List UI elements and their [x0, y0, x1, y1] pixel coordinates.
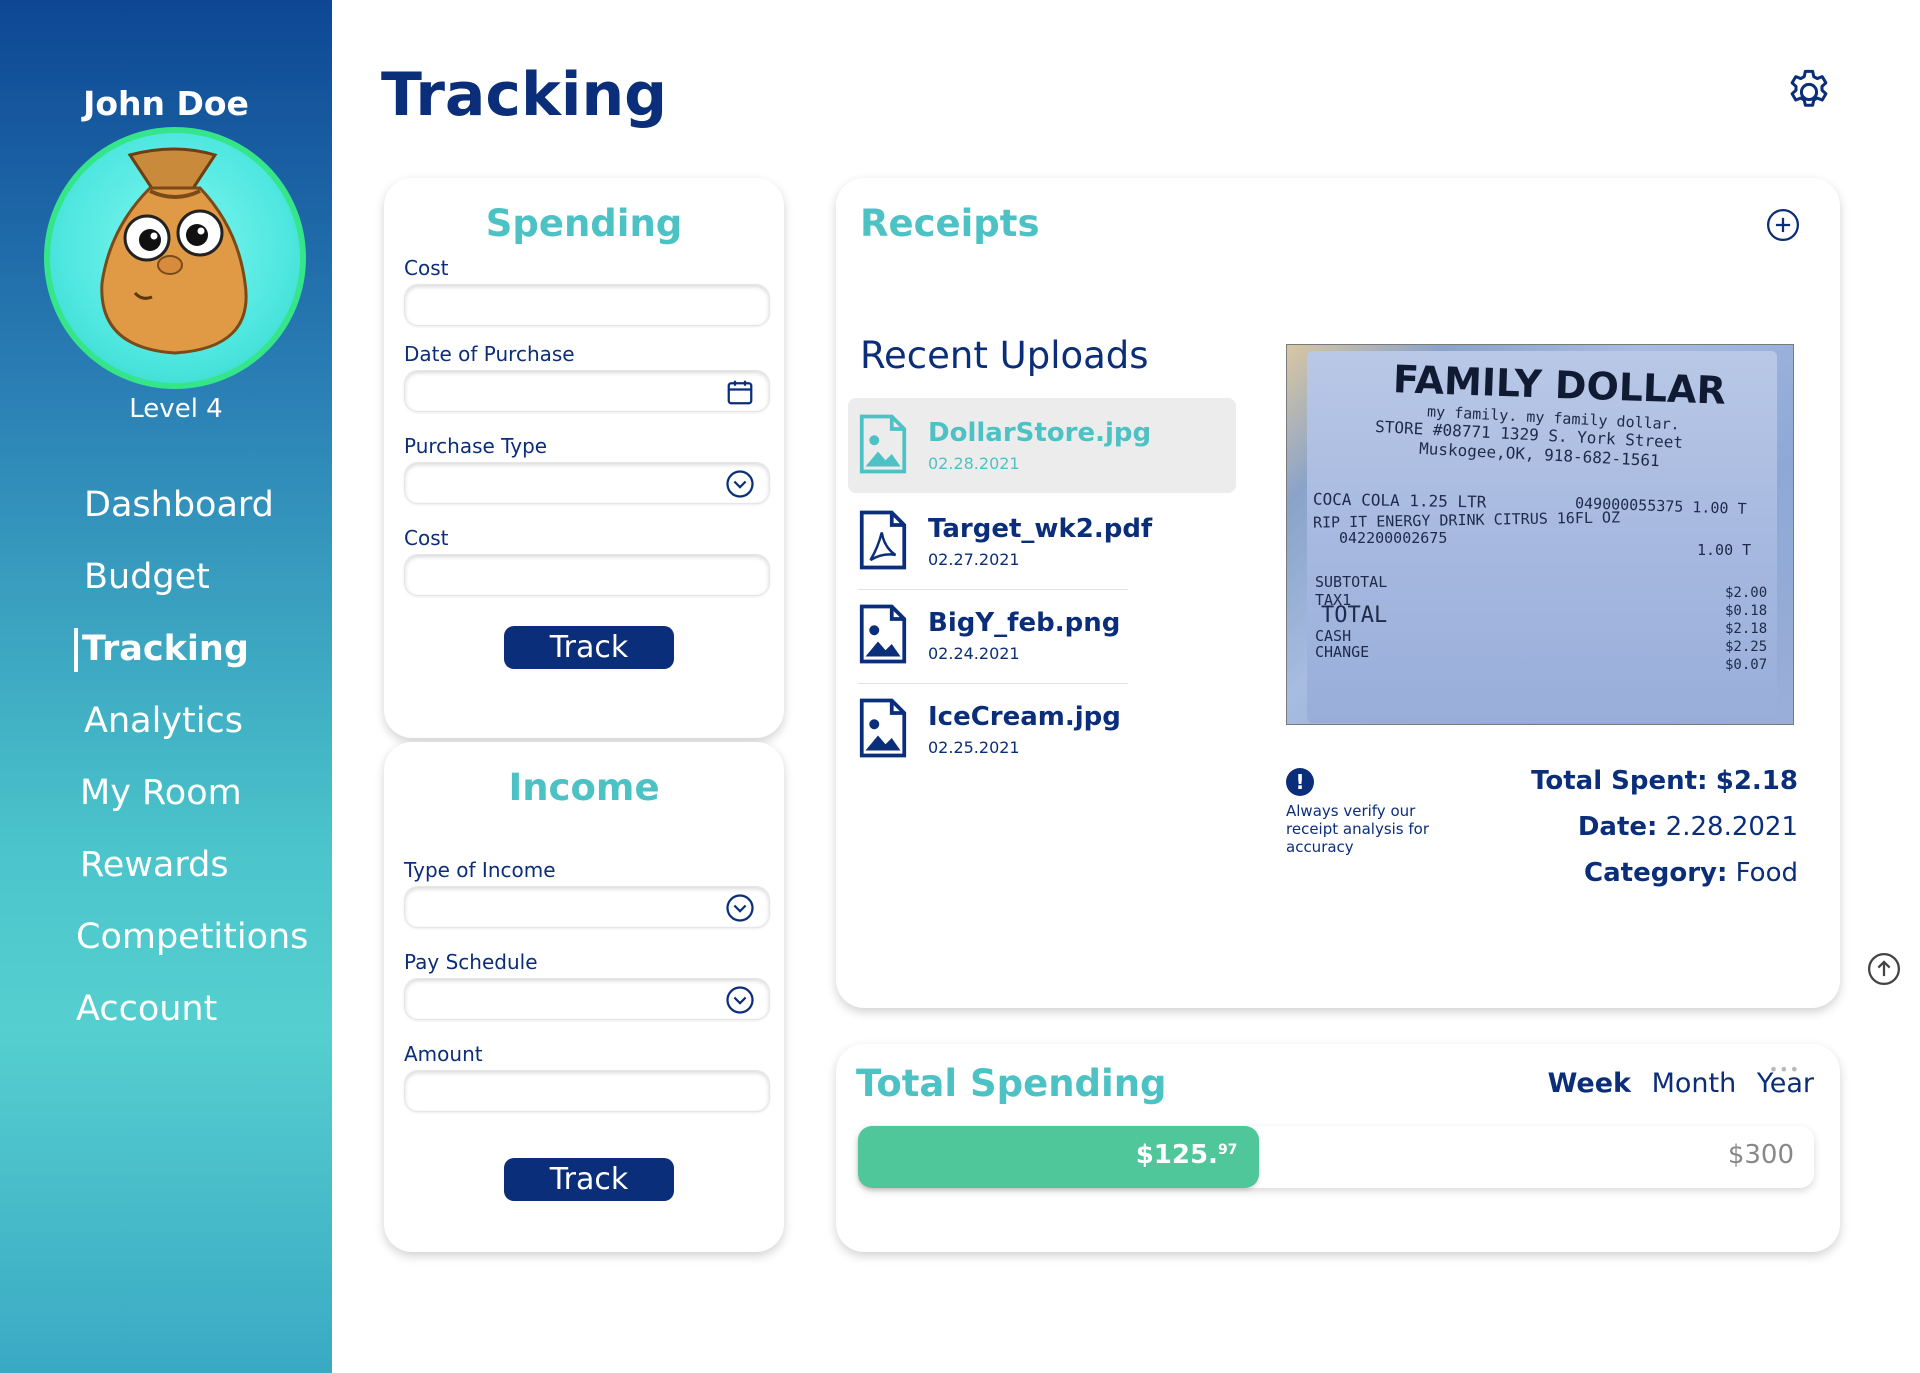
date-row: Date: 2.28.2021: [1531, 804, 1798, 850]
date-label: Date:: [1577, 812, 1658, 842]
sidebar-item-competitions[interactable]: Competitions: [0, 912, 332, 984]
sidebar: John Doe Level 4 Dashboard Budget Tracki…: [0, 0, 332, 1373]
receipt-change: CHANGE: [1315, 643, 1370, 661]
gear-icon[interactable]: [1783, 66, 1835, 118]
sidebar-item-budget[interactable]: Budget: [0, 552, 332, 624]
spending-cost-label: Cost: [404, 256, 449, 280]
total-spent-label: Total Spent:: [1531, 766, 1708, 796]
chevron-down-icon[interactable]: [725, 985, 755, 1015]
amount-input[interactable]: [404, 1070, 770, 1112]
receipts-card: Receipts Recent Uploads DollarStore.jpg …: [836, 178, 1840, 1008]
sidebar-item-tracking[interactable]: Tracking: [0, 624, 332, 696]
total-spending-card: Total Spending ••• Week Month Year $125.…: [836, 1044, 1840, 1252]
file-item-bigy[interactable]: BigY_feb.png 02.24.2021: [848, 588, 1236, 684]
category-value: Food: [1735, 858, 1798, 888]
sidebar-item-account[interactable]: Account: [0, 984, 332, 1056]
receipt-item1: COCA COLA 1.25 LTR: [1312, 489, 1487, 512]
verify-warning-text: Always verify our receipt analysis for a…: [1286, 802, 1430, 856]
receipt-paper: FAMILY DOLLAR my family. my family dolla…: [1307, 351, 1777, 723]
file-date: 02.28.2021: [928, 454, 1020, 473]
alert-icon: !: [1286, 768, 1314, 796]
spending-cost2-input[interactable]: [404, 554, 770, 596]
scroll-up-icon[interactable]: [1867, 952, 1901, 986]
calendar-icon[interactable]: [725, 377, 755, 407]
sidebar-item-analytics[interactable]: Analytics: [0, 696, 332, 768]
chevron-down-icon[interactable]: [725, 893, 755, 923]
money-bag-mascot-icon: [100, 147, 248, 355]
file-item-icecream[interactable]: IceCream.jpg 02.25.2021: [848, 682, 1236, 777]
sidebar-item-my-room[interactable]: My Room: [0, 768, 332, 840]
income-card: Income Type of Income Pay Schedule Amoun…: [384, 742, 784, 1252]
period-week[interactable]: Week: [1548, 1068, 1631, 1099]
image-file-icon: [859, 698, 907, 758]
file-item-dollarstore[interactable]: DollarStore.jpg 02.28.2021: [848, 398, 1236, 493]
spending-max: $300: [1727, 1140, 1794, 1170]
receipt-amount-3: $2.18: [1725, 621, 1768, 637]
receipt-item2-price: 1.00 T: [1697, 541, 1752, 559]
date-of-purchase-label: Date of Purchase: [404, 342, 575, 366]
date-of-purchase-input[interactable]: [404, 370, 770, 412]
file-date: 02.24.2021: [928, 644, 1020, 663]
image-file-icon: [859, 604, 907, 664]
amount-label: Amount: [404, 1042, 483, 1066]
period-selector: Week Month Year: [1536, 1068, 1814, 1099]
receipt-item2-code: 042200002675: [1339, 529, 1448, 547]
file-date: 02.25.2021: [928, 738, 1020, 757]
sidebar-item-rewards[interactable]: Rewards: [0, 840, 332, 912]
sidebar-item-dashboard[interactable]: Dashboard: [0, 480, 332, 552]
add-receipt-icon[interactable]: [1766, 208, 1800, 242]
image-file-icon: [859, 414, 907, 474]
total-spent-row: Total Spent: $2.18: [1531, 758, 1798, 804]
category-label: Category:: [1584, 858, 1728, 888]
file-name: IceCream.jpg: [928, 702, 1121, 732]
sidebar-nav: Dashboard Budget Tracking Analytics My R…: [0, 480, 332, 1056]
pay-schedule-select[interactable]: [404, 978, 770, 1020]
spending-amount-cents: 97: [1217, 1142, 1238, 1158]
user-level: Level 4: [129, 394, 223, 424]
spending-amount-main: $125.: [1135, 1140, 1218, 1170]
purchase-type-label: Purchase Type: [404, 434, 548, 458]
receipt-summary: Total Spent: $2.18 Date: 2.28.2021 Categ…: [1531, 758, 1798, 896]
file-name: DollarStore.jpg: [928, 418, 1152, 448]
user-name: John Doe: [83, 84, 249, 123]
spending-cost-input[interactable]: [404, 284, 770, 326]
income-title: Income: [508, 766, 660, 809]
recent-uploads-title: Recent Uploads: [860, 334, 1149, 377]
spending-cost2-label: Cost: [404, 526, 449, 550]
category-row: Category: Food: [1531, 850, 1798, 896]
date-value: 2.28.2021: [1665, 812, 1798, 842]
period-month[interactable]: Month: [1652, 1068, 1737, 1099]
total-spent-value: $2.18: [1715, 766, 1798, 796]
receipt-subtotal: SUBTOTAL: [1315, 573, 1388, 591]
avatar[interactable]: [44, 127, 306, 389]
spending-title: Spending: [485, 202, 683, 245]
receipts-title: Receipts: [860, 202, 1040, 245]
spending-amount: $125.97: [1136, 1140, 1238, 1170]
type-of-income-label: Type of Income: [404, 858, 556, 882]
spending-progress-bar: $125.97 $300: [858, 1126, 1814, 1188]
receipt-preview-image[interactable]: FAMILY DOLLAR my family. my family dolla…: [1286, 344, 1794, 725]
spending-track-button[interactable]: Track: [504, 626, 674, 669]
verify-warning: ! Always verify our receipt analysis for…: [1286, 768, 1436, 856]
spending-card: Spending Cost Date of Purchase Purchase …: [384, 178, 784, 738]
pay-schedule-label: Pay Schedule: [404, 950, 538, 974]
income-track-button[interactable]: Track: [504, 1158, 674, 1201]
type-of-income-select[interactable]: [404, 886, 770, 928]
receipt-total: TOTAL: [1321, 603, 1388, 628]
receipt-amount-5: $0.07: [1725, 657, 1768, 673]
period-year[interactable]: Year: [1757, 1068, 1814, 1099]
file-date: 02.27.2021: [928, 550, 1020, 569]
chevron-down-icon[interactable]: [725, 469, 755, 499]
receipt-amount-4: $2.25: [1725, 639, 1768, 655]
purchase-type-select[interactable]: [404, 462, 770, 504]
page-title: Tracking: [381, 60, 668, 130]
total-spending-title: Total Spending: [856, 1062, 1167, 1105]
pdf-file-icon: [859, 510, 907, 570]
file-name: Target_wk2.pdf: [928, 514, 1153, 544]
spending-progress-fill: $125.97: [858, 1126, 1260, 1188]
receipt-amount-2: $0.18: [1725, 603, 1768, 619]
file-item-target[interactable]: Target_wk2.pdf 02.27.2021: [848, 494, 1236, 590]
receipt-amount-1: $2.00: [1725, 585, 1768, 601]
file-name: BigY_feb.png: [928, 608, 1121, 638]
